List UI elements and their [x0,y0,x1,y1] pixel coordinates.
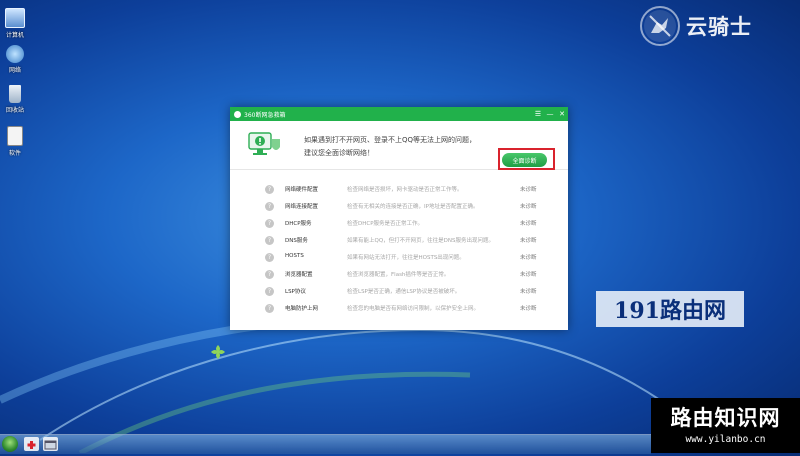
question-icon: ? [265,304,274,313]
question-icon: ? [265,287,274,296]
item-description: 检查DHCP服务是否正常工作。 [347,221,424,227]
minimize-icon: — [546,110,554,118]
item-status: 未诊断 [520,204,537,210]
list-item: ? DHCP服务 检查DHCP服务是否正常工作。 未诊断 [260,215,550,232]
close-button[interactable]: ✕ [556,107,568,121]
item-description: 检查网络是否损坏，网卡驱动是否正常工作等。 [347,187,463,193]
191-router-watermark: 191路由网 [596,291,744,327]
item-name: 浏览器配置 [285,272,313,278]
software-icon [7,126,23,146]
item-description: 检查LSP是否正确，通信LSP协议是否被破坏。 [347,289,461,295]
message-line: 如果遇到打不开网页、登录不上QQ等无法上网的问题， [304,136,477,144]
start-button[interactable] [2,436,18,452]
item-description: 如果有能上QQ，但打不开网页，往往是DNS服务出现问题。 [347,238,495,244]
app-logo-icon [234,110,241,118]
list-item: ? LSP协议 检查LSP是否正确，通信LSP协议是否被破坏。 未诊断 [260,283,550,300]
message-line: 建议您全面诊断网络！ [304,149,374,157]
window-icon [44,440,57,450]
monitor-shield-icon [248,132,280,155]
diagnostic-list: ? 网络硬件配置 检查网络是否损坏，网卡驱动是否正常工作等。 未诊断 ? 网络连… [260,181,550,317]
item-status: 未诊断 [520,255,537,261]
desktop-icon-network[interactable]: 网络 [2,45,28,74]
desktop-icon-label: 计算机 [5,32,24,39]
item-description: 检查有无相关的连接是否正确，IP地址是否配置正确。 [347,204,479,210]
question-icon: ? [265,253,274,262]
recycle-bin-icon [9,85,21,103]
item-description: 检查浏览器配置，Flash插件等是否正常。 [347,272,450,278]
question-icon: ? [265,219,274,228]
item-status: 未诊断 [520,187,537,193]
dialog-message: 如果遇到打不开网页、登录不上QQ等无法上网的问题， 建议您全面诊断网络！ [304,134,476,160]
taskbar-app-button[interactable] [24,437,39,451]
question-icon: ? [265,236,274,245]
desktop-icon-label: 网络 [8,67,21,74]
desktop-icon-software[interactable]: 软件 [2,126,28,157]
computer-icon [5,8,25,28]
taskbar-app-button[interactable] [43,437,58,451]
watermark-title: 路由知识网 [670,406,781,430]
router-knowledge-watermark: 路由知识网 www.yilanbo.cn [651,398,800,453]
list-item: ? 电脑防护上网 检查您的电脑是否有网络访问限制，以保护安全上网。 未诊断 [260,300,550,317]
dialog-titlebar: 360断网急救箱 ☰ — ✕ [230,107,568,121]
item-status: 未诊断 [520,272,537,278]
menu-icon: ☰ [534,110,542,118]
desktop-icon-recycle-bin[interactable]: 回收站 [2,85,28,114]
minimize-button[interactable]: — [544,107,556,121]
dialog-title: 360断网急救箱 [244,111,286,119]
dialog-header: 如果遇到打不开网页、登录不上QQ等无法上网的问题， 建议您全面诊断网络！ 全面诊… [230,121,568,170]
item-name: DNS服务 [285,238,308,244]
item-status: 未诊断 [520,289,537,295]
item-name: 网络连接配置 [285,204,319,210]
watermark-text: 191路由网 [614,298,726,324]
item-name: HOSTS [285,253,304,259]
desktop-icon-label: 软件 [8,150,21,157]
list-item: ? 网络硬件配置 检查网络是否损坏，网卡驱动是否正常工作等。 未诊断 [260,181,550,198]
medical-cross-icon [27,441,36,449]
watermark-url: www.yilanbo.cn [685,434,766,445]
item-name: 电脑防护上网 [285,306,319,312]
list-item: ? HOSTS 如果有网站无法打开，往往是HOSTS出现问题。 未诊断 [260,249,550,266]
item-description: 检查您的电脑是否有网络访问限制，以保护安全上网。 [347,306,480,312]
yunqishi-text: 云骑士 [686,15,752,39]
list-item: ? DNS服务 如果有能上QQ，但打不开网页，往往是DNS服务出现问题。 未诊断 [260,232,550,249]
question-icon: ? [265,185,274,194]
close-icon: ✕ [559,110,565,118]
desktop-icon-computer[interactable]: 计算机 [2,8,28,39]
network-repair-dialog: 360断网急救箱 ☰ — ✕ 如果遇到打不开网页、登录不上QQ等无法上网的问题，… [230,107,568,330]
menu-button[interactable]: ☰ [532,107,544,121]
knight-logo-icon [640,6,680,46]
question-icon: ? [265,202,274,211]
list-item: ? 网络连接配置 检查有无相关的连接是否正确，IP地址是否配置正确。 未诊断 [260,198,550,215]
desktop-icon-label: 回收站 [5,107,24,114]
taskbar [0,434,651,454]
network-icon [6,45,24,63]
item-status: 未诊断 [520,221,537,227]
item-description: 如果有网站无法打开，往往是HOSTS出现问题。 [347,255,465,261]
item-name: 网络硬件配置 [285,187,319,193]
question-icon: ? [265,270,274,279]
item-status: 未诊断 [520,238,537,244]
item-status: 未诊断 [520,306,537,312]
full-diagnose-button[interactable]: 全面诊断 [502,153,547,167]
yunqishi-watermark: 云骑士 [640,6,752,46]
item-name: LSP协议 [285,289,306,295]
list-item: ? 浏览器配置 检查浏览器配置，Flash插件等是否正常。 未诊断 [260,266,550,283]
item-name: DHCP服务 [285,221,312,227]
